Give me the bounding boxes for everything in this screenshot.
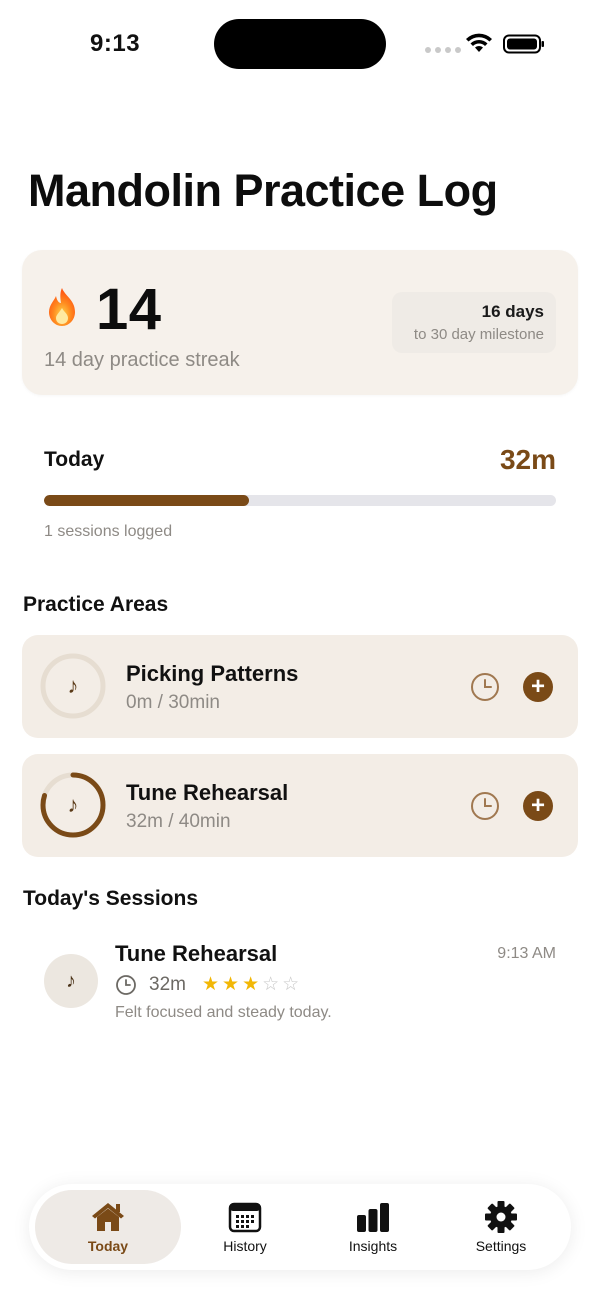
star-empty-icon: ☆: [262, 974, 280, 995]
plus-icon: +: [530, 792, 545, 819]
star-filled-icon: ★: [201, 974, 220, 995]
battery-icon: [503, 34, 544, 54]
session-meta: 32m ★ ★ ★ ☆ ☆: [115, 973, 299, 996]
practice-area-progress: 32m / 40min: [126, 811, 231, 832]
plus-icon: +: [530, 673, 545, 700]
tab-label: Insights: [348, 1238, 398, 1254]
tab-settings[interactable]: Settings: [437, 1190, 565, 1264]
todays-sessions-heading: Today's Sessions: [23, 887, 199, 910]
calendar-icon: [228, 1202, 262, 1233]
gear-icon: [485, 1201, 517, 1233]
status-bar: 9:13: [0, 0, 600, 90]
today-label: Today: [44, 448, 105, 471]
session-row[interactable]: ♪ Tune Rehearsal 9:13 AM 32m ★ ★ ★ ☆ ☆ Felt …: [22, 935, 578, 1035]
bar-chart-icon: [357, 1203, 389, 1232]
add-session-button[interactable]: +: [523, 791, 553, 821]
today-minutes: 32m: [499, 444, 556, 475]
today-progress-fill: [44, 495, 249, 506]
practice-area-card[interactable]: ♪ Picking Patterns 0m / 30min +: [22, 635, 578, 738]
session-duration: 32m: [149, 973, 186, 995]
timer-clock-icon[interactable]: [470, 672, 500, 702]
streak-label: 14 day practice streak: [44, 349, 240, 371]
session-time: 9:13 AM: [497, 945, 556, 962]
page-title: Mandolin Practice Log: [28, 165, 498, 216]
timer-clock-icon[interactable]: [470, 791, 500, 821]
practice-areas-heading: Practice Areas: [23, 593, 169, 616]
cellular-signal-icon: [425, 47, 461, 53]
wifi-icon: [466, 33, 492, 52]
tab-label: History: [223, 1238, 267, 1254]
clock-icon: [116, 974, 136, 995]
tab-insights[interactable]: Insights: [309, 1190, 437, 1264]
add-session-button[interactable]: +: [523, 672, 553, 702]
streak-count: 14: [96, 277, 162, 342]
practice-area-card[interactable]: ♪ Tune Rehearsal 32m / 40min +: [22, 754, 578, 857]
star-filled-icon: ★: [242, 974, 260, 995]
progress-ring: ♪: [40, 653, 106, 719]
star-filled-icon: ★: [222, 974, 240, 995]
star-rating: ★ ★ ★ ☆ ☆: [202, 973, 299, 996]
milestone-badge: 16 days to 30 day milestone: [392, 292, 556, 353]
progress-ring: ♪: [40, 772, 106, 838]
sessions-logged-count: 1 sessions logged: [44, 523, 173, 540]
milestone-days: 16 days: [481, 302, 544, 321]
session-title: Tune Rehearsal: [115, 941, 278, 966]
tab-today[interactable]: Today: [35, 1190, 181, 1264]
music-note-icon: ♪: [44, 954, 98, 1008]
flame-icon: [49, 288, 75, 326]
star-empty-icon: ☆: [282, 974, 300, 995]
tab-bar: Today History Insights Settings: [29, 1184, 571, 1270]
practice-area-name: Picking Patterns: [126, 661, 299, 686]
milestone-text: to 30 day milestone: [413, 326, 544, 343]
streak-card: 14 14 day practice streak 16 days to 30 …: [22, 250, 578, 395]
tab-label: Today: [87, 1238, 129, 1254]
session-note: Felt focused and steady today.: [115, 1004, 332, 1021]
music-note-icon: ♪: [67, 792, 79, 817]
practice-area-progress: 0m / 30min: [126, 692, 220, 713]
status-time: 9:13: [90, 30, 141, 57]
practice-area-name: Tune Rehearsal: [126, 780, 289, 805]
tab-history[interactable]: History: [181, 1190, 309, 1264]
music-note-icon: ♪: [67, 673, 79, 698]
tab-label: Settings: [475, 1238, 527, 1254]
dynamic-island: [214, 19, 386, 69]
today-progress-bar: [44, 495, 556, 506]
house-icon: [92, 1203, 124, 1231]
